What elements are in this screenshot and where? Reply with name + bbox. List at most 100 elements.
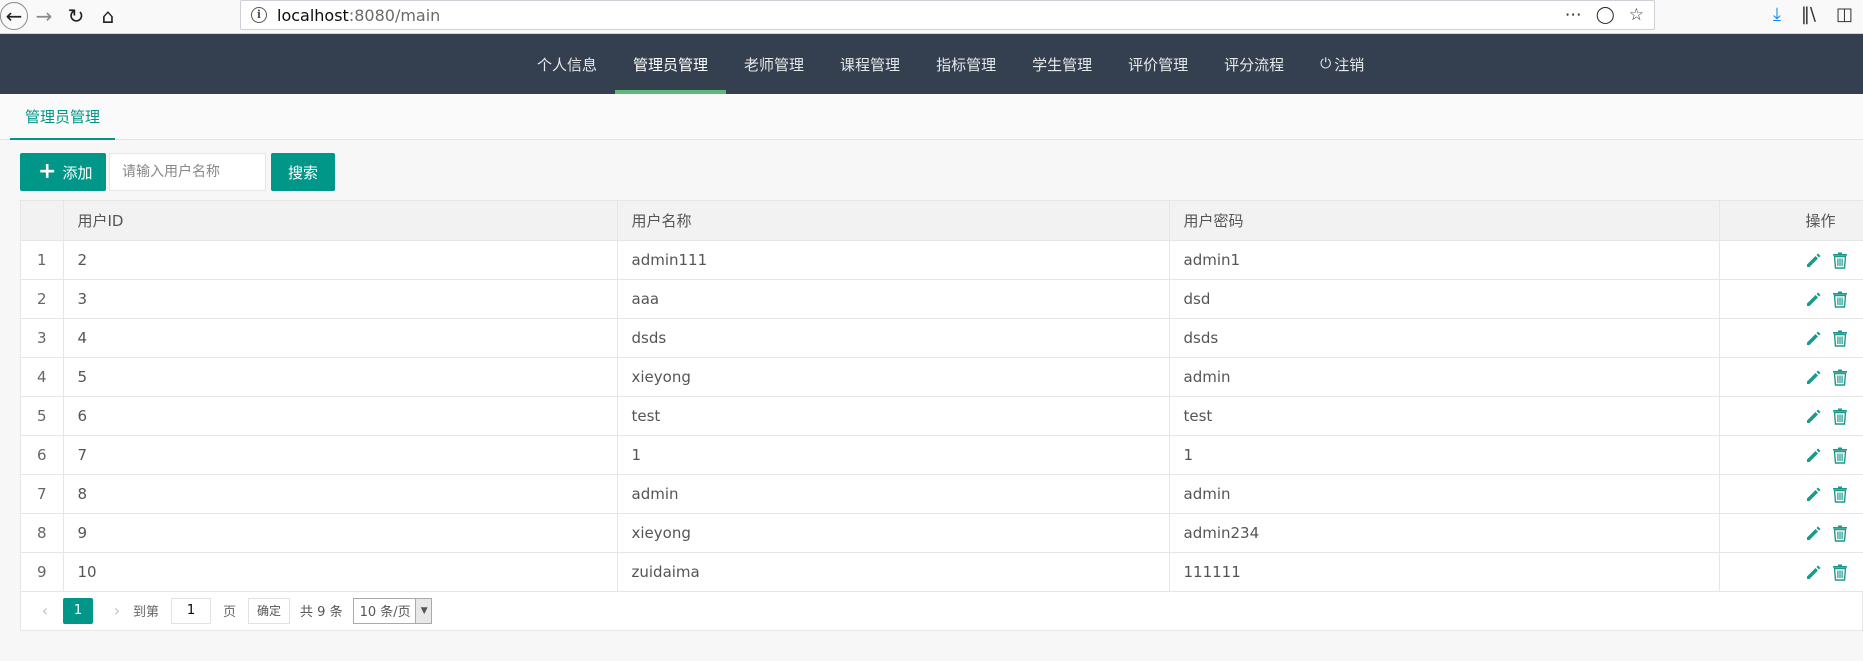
- row-index: 9: [21, 552, 64, 592]
- nav-item-4[interactable]: 指标管理: [918, 34, 1014, 94]
- current-page-button[interactable]: 1: [63, 597, 93, 624]
- home-icon[interactable]: ⌂: [94, 2, 122, 30]
- edit-pencil-icon[interactable]: [1804, 367, 1824, 387]
- cell-user-id: 6: [63, 396, 618, 436]
- delete-trash-icon[interactable]: [1830, 289, 1850, 309]
- row-index: 3: [21, 318, 64, 358]
- cell-user-name: test: [617, 396, 1170, 436]
- page-number-input[interactable]: [171, 597, 212, 624]
- delete-trash-icon[interactable]: [1830, 445, 1850, 465]
- table-row[interactable]: 1 2 admin111 admin1: [21, 240, 1863, 280]
- back-arrow-icon[interactable]: ←: [0, 2, 28, 30]
- nav-item-label: 个人信息: [537, 55, 598, 74]
- row-index: 1: [21, 240, 64, 280]
- next-page-icon[interactable]: ›: [107, 601, 127, 620]
- cell-operations: [1719, 318, 1863, 358]
- bookmark-star-icon[interactable]: ☆: [1629, 5, 1644, 25]
- url-text[interactable]: localhost:8080/main: [277, 6, 440, 25]
- page-size-value: 10 条/页: [359, 605, 411, 620]
- nav-item-label: 课程管理: [840, 55, 901, 74]
- delete-trash-icon[interactable]: [1830, 562, 1850, 582]
- cell-operations: [1719, 279, 1863, 319]
- edit-pencil-icon[interactable]: [1804, 523, 1824, 543]
- column-header-user-id[interactable]: 用户ID: [63, 201, 618, 241]
- plus-icon: +: [38, 159, 57, 184]
- cell-user-password: admin: [1169, 474, 1720, 514]
- library-icon[interactable]: ‖\: [1801, 4, 1816, 25]
- cell-operations: [1719, 396, 1863, 436]
- cell-user-password: admin: [1169, 357, 1720, 397]
- nav-item-1[interactable]: 管理员管理: [615, 34, 727, 94]
- table-row[interactable]: 4 5 xieyong admin: [21, 357, 1863, 397]
- cell-user-name: xieyong: [617, 357, 1170, 397]
- table-row[interactable]: 6711: [21, 435, 1863, 475]
- download-icon[interactable]: ⤓: [1773, 4, 1781, 25]
- edit-pencil-icon[interactable]: [1804, 406, 1824, 426]
- delete-trash-icon[interactable]: [1830, 406, 1850, 426]
- edit-pencil-icon[interactable]: [1804, 562, 1824, 582]
- nav-item-2[interactable]: 老师管理: [726, 34, 822, 94]
- nav-item-label: 学生管理: [1032, 55, 1093, 74]
- dropdown-arrow-icon: ▼: [414, 598, 431, 623]
- cell-operations: [1719, 240, 1863, 280]
- table-row[interactable]: 5 6 test test: [21, 396, 1863, 436]
- edit-pencil-icon[interactable]: [1804, 445, 1824, 465]
- nav-item-label: 指标管理: [936, 55, 997, 74]
- nav-item-7[interactable]: 评分流程: [1206, 34, 1302, 94]
- delete-trash-icon[interactable]: [1830, 484, 1850, 504]
- nav-item-label: 评价管理: [1128, 55, 1189, 74]
- row-index: 7: [21, 474, 64, 514]
- page-size-select[interactable]: 10 条/页 ▼: [352, 597, 432, 624]
- table-row[interactable]: 7 8 admin admin: [21, 474, 1863, 514]
- edit-pencil-icon[interactable]: [1804, 484, 1824, 504]
- table-row[interactable]: 3 4 dsds dsds: [21, 318, 1863, 358]
- nav-item-6[interactable]: 评价管理: [1110, 34, 1206, 94]
- site-info-icon[interactable]: i: [251, 7, 267, 23]
- nav-item-label: 注销: [1334, 55, 1365, 74]
- nav-item-8[interactable]: ⏻ 注销: [1302, 34, 1382, 94]
- delete-trash-icon[interactable]: [1830, 367, 1850, 387]
- edit-pencil-icon[interactable]: [1804, 289, 1824, 309]
- cell-operations: [1719, 357, 1863, 397]
- delete-trash-icon[interactable]: [1830, 250, 1850, 270]
- add-button[interactable]: + 添加: [20, 153, 106, 191]
- admin-table: 用户ID 用户名称 用户密码 操作 1 2 admin111 admin1 2 3 aaa d…: [20, 200, 1863, 631]
- cell-user-password: 1: [1169, 435, 1720, 475]
- reload-icon[interactable]: ↻: [62, 2, 90, 30]
- cell-user-name: aaa: [617, 279, 1170, 319]
- table-header-row: 用户ID 用户名称 用户密码 操作: [21, 201, 1863, 241]
- cell-user-id: 10: [63, 552, 618, 592]
- search-button[interactable]: 搜索: [271, 153, 335, 191]
- tab-admin-management[interactable]: 管理员管理: [10, 94, 116, 140]
- prev-page-icon[interactable]: ‹: [35, 601, 55, 620]
- edit-pencil-icon[interactable]: [1804, 328, 1824, 348]
- table-row[interactable]: 9 10 zuidaima 111111: [21, 552, 1863, 592]
- add-button-label: 添加: [62, 163, 93, 182]
- sidebar-icon[interactable]: ◫: [1836, 4, 1853, 25]
- column-header-user-name[interactable]: 用户名称: [617, 201, 1170, 241]
- nav-item-label: 老师管理: [744, 55, 805, 74]
- cell-user-id: 9: [63, 513, 618, 553]
- confirm-page-button[interactable]: 确定: [248, 597, 291, 624]
- table-row[interactable]: 2 3 aaa dsd: [21, 279, 1863, 319]
- page-actions-icon[interactable]: ⋯: [1565, 5, 1582, 25]
- forward-arrow-icon[interactable]: →: [30, 2, 58, 30]
- nav-item-5[interactable]: 学生管理: [1014, 34, 1110, 94]
- cell-user-name: xieyong: [617, 513, 1170, 553]
- edit-pencil-icon[interactable]: [1804, 250, 1824, 270]
- cell-operations: [1719, 513, 1863, 553]
- browser-toolbar: ← → ↻ ⌂ i localhost:8080/main ⋯ ◯ ☆ ⤓ ‖\…: [0, 0, 1863, 34]
- nav-item-0[interactable]: 个人信息: [519, 34, 615, 94]
- delete-trash-icon[interactable]: [1830, 328, 1850, 348]
- column-header-operations: 操作: [1719, 201, 1863, 241]
- power-icon: ⏻: [1320, 56, 1332, 72]
- column-header-user-password[interactable]: 用户密码: [1169, 201, 1720, 241]
- nav-item-3[interactable]: 课程管理: [822, 34, 918, 94]
- cell-user-name: admin: [617, 474, 1170, 514]
- table-row[interactable]: 8 9 xieyong admin234: [21, 513, 1863, 553]
- search-input[interactable]: [109, 153, 266, 191]
- delete-trash-icon[interactable]: [1830, 523, 1850, 543]
- nav-item-label: 评分流程: [1224, 55, 1285, 74]
- address-bar[interactable]: i localhost:8080/main ⋯ ◯ ☆: [240, 0, 1655, 30]
- pocket-icon[interactable]: ◯: [1596, 5, 1615, 25]
